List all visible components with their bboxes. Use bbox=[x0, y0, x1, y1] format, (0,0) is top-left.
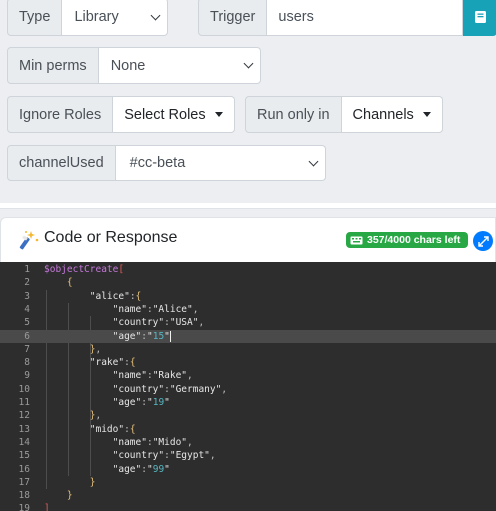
caret-down-icon bbox=[214, 112, 223, 117]
line-number: 11 bbox=[18, 397, 30, 408]
trigger-label: Trigger bbox=[198, 0, 268, 36]
line-number: 2 bbox=[24, 277, 30, 289]
line-number: 12 bbox=[18, 410, 30, 422]
expand-button[interactable] bbox=[473, 231, 493, 251]
code-text: { bbox=[66, 277, 73, 289]
code-line[interactable]: 11 "age":"19" bbox=[0, 396, 496, 409]
code-text: } bbox=[89, 476, 96, 488]
select-roles-dropdown[interactable]: Select Roles bbox=[113, 96, 235, 133]
line-number: 14 bbox=[18, 436, 30, 448]
code-editor[interactable]: 1 $objectCreate[2 {3 "alice":{4 "name":"A… bbox=[0, 262, 496, 511]
code-line[interactable]: 4 "name":"Alice", bbox=[0, 303, 496, 316]
code-line[interactable]: 19] bbox=[0, 502, 496, 511]
code-line[interactable]: 16 "age":"99" bbox=[0, 463, 496, 476]
code-line[interactable]: 5 "country":"USA", bbox=[0, 316, 496, 329]
line-number: 17 bbox=[18, 476, 30, 488]
code-text: "name":"Rake", bbox=[112, 370, 193, 382]
code-line[interactable]: 6 "age":"15" bbox=[0, 329, 496, 343]
keyboard-icon bbox=[350, 236, 363, 244]
chars-left-badge: 357/4000 chars left bbox=[346, 232, 468, 248]
code-text: "country":"USA", bbox=[112, 317, 205, 329]
card-divider bbox=[0, 203, 496, 209]
line-number: 16 bbox=[18, 463, 30, 475]
card-header: Code or Response 357/4000 chars left bbox=[1, 218, 495, 261]
line-number: 6 bbox=[24, 330, 30, 342]
minperms-label: Min perms bbox=[7, 47, 99, 84]
code-line[interactable]: 15 "country":"Egypt", bbox=[0, 449, 496, 462]
code-line[interactable]: 18 } bbox=[0, 489, 496, 502]
magic-wand-icon bbox=[19, 231, 39, 250]
book-icon bbox=[474, 11, 486, 23]
channel-used-value: #cc-beta bbox=[129, 155, 186, 171]
code-text: "age":"19" bbox=[112, 397, 170, 408]
code-line[interactable]: 3 "alice":{ bbox=[0, 290, 496, 303]
text-cursor bbox=[169, 330, 171, 342]
select-roles-label: Select Roles bbox=[124, 106, 206, 123]
line-number: 15 bbox=[18, 450, 30, 462]
code-line[interactable]: 7 }, bbox=[0, 343, 496, 356]
code-text: "country":"Germany", bbox=[112, 383, 228, 395]
code-text: "country":"Egypt", bbox=[112, 450, 216, 462]
code-text: "alice":{ bbox=[89, 290, 142, 302]
minperms-select[interactable]: None bbox=[98, 47, 261, 84]
expand-icon bbox=[477, 235, 489, 247]
code-line[interactable]: 9 "name":"Rake", bbox=[0, 369, 496, 382]
line-number: 19 bbox=[18, 503, 30, 511]
line-number: 18 bbox=[18, 490, 30, 502]
card-title: Code or Response bbox=[44, 229, 178, 246]
line-number: 3 bbox=[24, 290, 30, 302]
line-number: 4 bbox=[24, 303, 30, 315]
code-text: "age":"99" bbox=[112, 463, 170, 475]
code-text: }, bbox=[89, 410, 102, 422]
code-text: "age":"15" bbox=[112, 330, 170, 342]
code-line[interactable]: 10 "country":"Germany", bbox=[0, 383, 496, 396]
type-label: Type bbox=[7, 0, 63, 36]
code-line[interactable]: 17 } bbox=[0, 476, 496, 489]
caret-down-icon bbox=[422, 112, 431, 117]
channel-used-group: channelUsed #cc-beta bbox=[7, 145, 326, 181]
code-line[interactable]: 14 "name":"Mido", bbox=[0, 436, 496, 449]
code-text: "rake":{ bbox=[89, 357, 136, 369]
code-text: "name":"Alice", bbox=[112, 303, 199, 315]
type-select-value: Library bbox=[74, 9, 119, 25]
run-only-group: Run only in Channels bbox=[245, 96, 443, 133]
chevron-down-icon bbox=[308, 156, 319, 166]
ignore-roles-group: Ignore Roles Select Roles bbox=[7, 96, 235, 133]
channels-label: Channels bbox=[352, 106, 414, 123]
channels-dropdown[interactable]: Channels bbox=[341, 96, 443, 133]
line-number: 9 bbox=[24, 370, 30, 382]
chars-left-text: 357/4000 chars left bbox=[367, 234, 461, 246]
minperms-group: Min perms None bbox=[7, 47, 261, 84]
type-group: Type Library bbox=[7, 0, 169, 36]
code-line[interactable]: 12 }, bbox=[0, 409, 496, 422]
line-number: 13 bbox=[18, 423, 30, 435]
minperms-select-value: None bbox=[110, 57, 146, 74]
code-line[interactable]: 2 { bbox=[0, 276, 496, 289]
code-text: "mido":{ bbox=[89, 423, 136, 435]
line-number: 8 bbox=[24, 357, 30, 369]
code-line[interactable]: 13 "mido":{ bbox=[0, 423, 496, 436]
code-text: } bbox=[66, 490, 73, 502]
channel-used-select[interactable]: #cc-beta bbox=[115, 145, 326, 181]
run-only-label: Run only in bbox=[245, 96, 342, 133]
line-number: 7 bbox=[24, 343, 30, 355]
chevron-down-icon bbox=[150, 10, 161, 20]
trigger-group: Trigger users bbox=[198, 0, 496, 36]
line-number: 10 bbox=[18, 383, 30, 395]
code-line[interactable]: 1 $objectCreate[ bbox=[0, 263, 496, 276]
type-select[interactable]: Library bbox=[62, 0, 169, 36]
line-number: 5 bbox=[24, 317, 30, 329]
code-text: "name":"Mido", bbox=[112, 436, 193, 448]
trigger-input[interactable]: users bbox=[267, 0, 464, 36]
ignore-roles-label: Ignore Roles bbox=[7, 96, 114, 133]
chevron-down-icon bbox=[243, 58, 254, 69]
code-line[interactable]: 8 "rake":{ bbox=[0, 356, 496, 369]
code-text: $objectCreate[ bbox=[44, 264, 125, 275]
channel-used-label: channelUsed bbox=[7, 145, 116, 181]
code-text: }, bbox=[89, 343, 102, 355]
trigger-book-button[interactable] bbox=[463, 0, 496, 36]
line-number: 1 bbox=[24, 264, 30, 275]
code-text: ] bbox=[44, 503, 50, 511]
